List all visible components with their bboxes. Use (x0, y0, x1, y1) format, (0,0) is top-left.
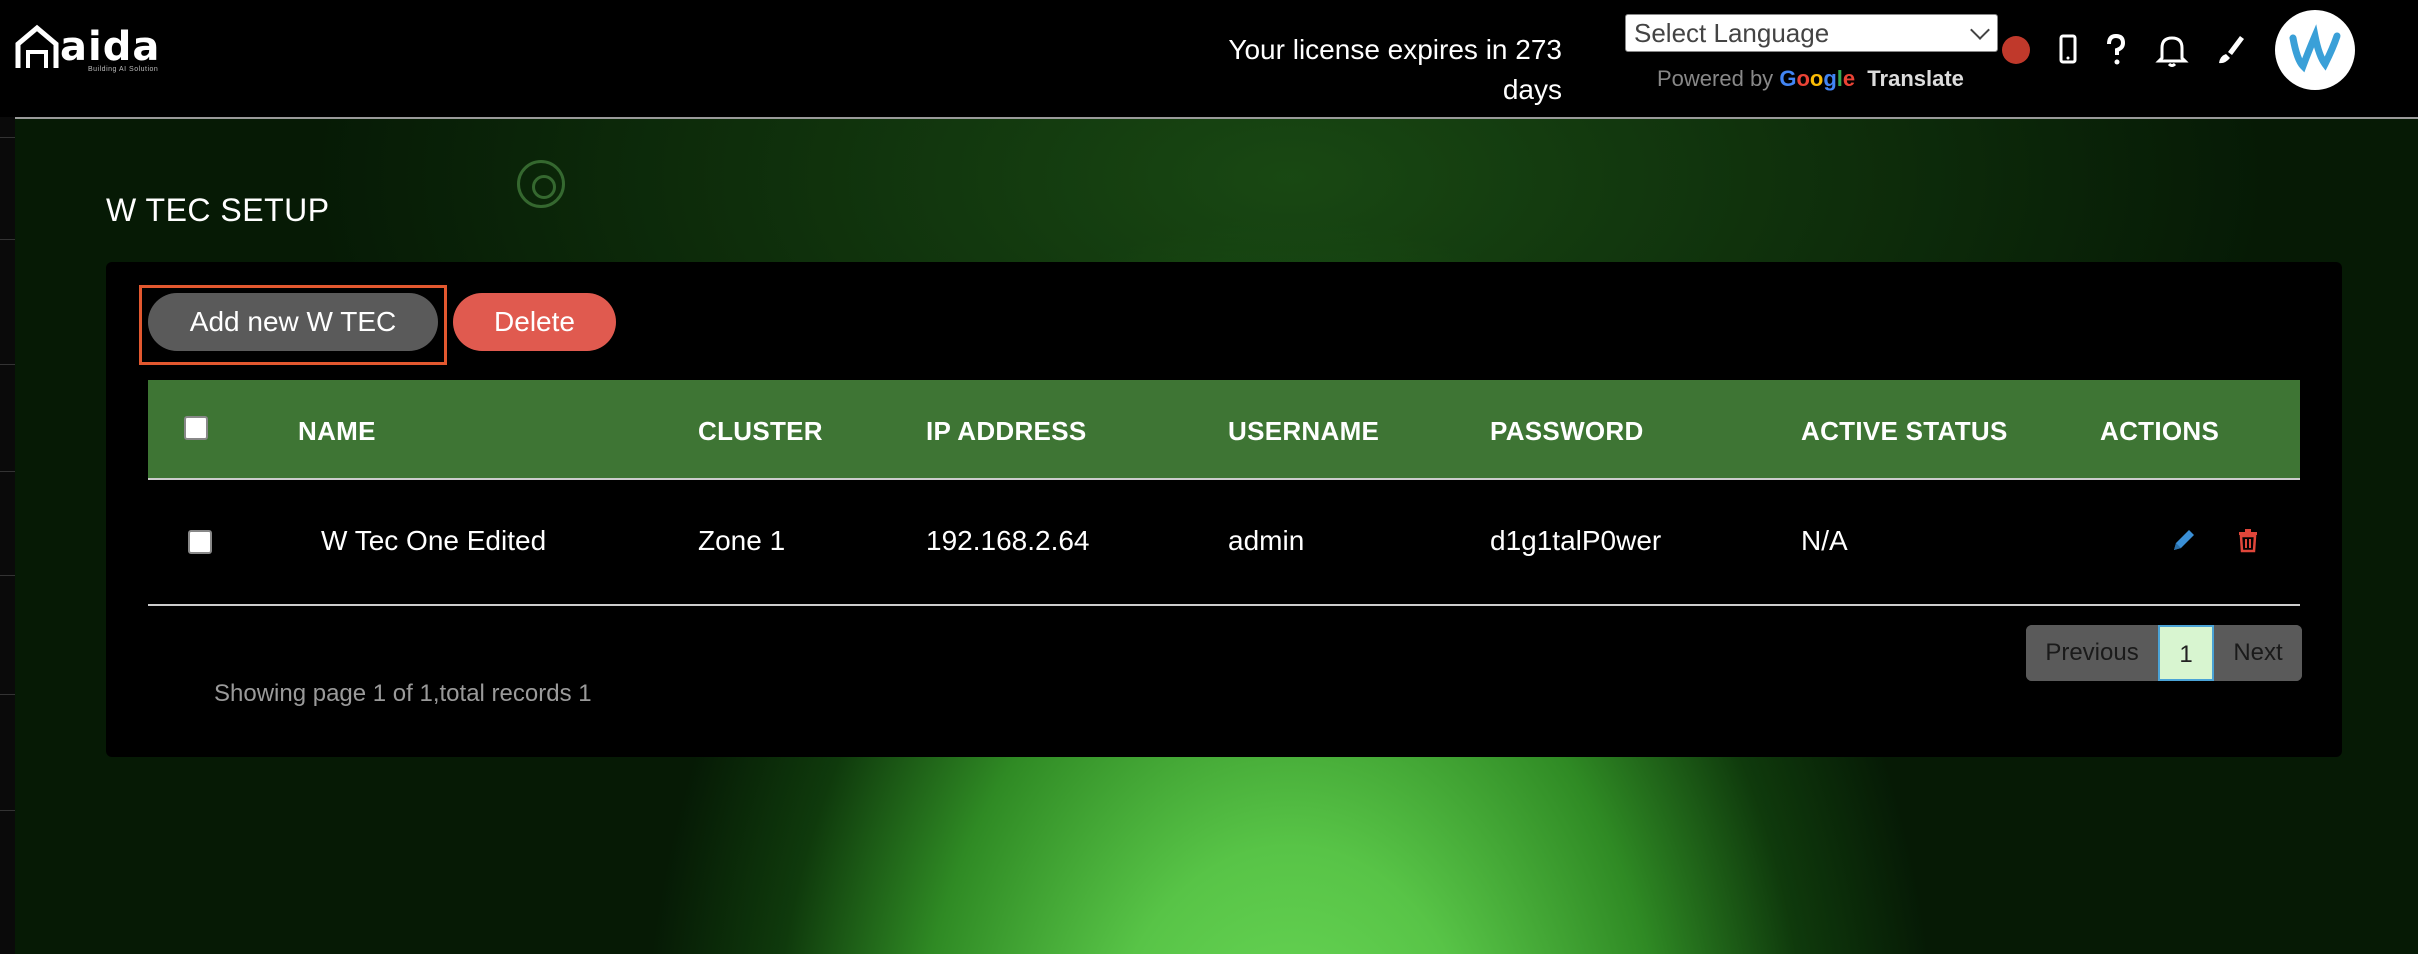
select-all-checkbox[interactable] (184, 416, 208, 440)
page-title: W TEC SETUP (106, 192, 330, 228)
paint-brush-icon[interactable] (2210, 30, 2250, 70)
cell-active-status: N/A (1801, 525, 1848, 556)
column-header-password[interactable]: PASSWORD (1490, 416, 1644, 447)
header-divider (15, 117, 2418, 119)
license-line-1: Your license expires in 273 (1228, 34, 1562, 65)
logo-text: aida (60, 24, 161, 70)
column-header-active-status[interactable]: ACTIVE STATUS (1801, 416, 2008, 447)
cell-cluster: Zone 1 (698, 525, 786, 556)
column-header-cluster[interactable]: CLUSTER (698, 416, 823, 447)
translate-link[interactable]: Translate (1867, 66, 1964, 91)
powered-by-text: Powered by (1657, 66, 1774, 91)
house-logo-icon (15, 24, 59, 68)
cell-name: W Tec One Edited (321, 525, 547, 556)
cell-ip-address: 192.168.2.64 (926, 525, 1090, 556)
left-rail (0, 117, 15, 954)
edit-icon[interactable] (2170, 526, 2198, 554)
bell-icon[interactable] (2152, 30, 2192, 70)
license-line-2: days (1502, 74, 1562, 105)
page-number-button[interactable]: 1 (2158, 625, 2214, 681)
pagination: Previous 1 Next (2026, 625, 2302, 681)
next-page-button[interactable]: Next (2214, 625, 2302, 681)
column-header-ip-address[interactable]: IP ADDRESS (926, 416, 1087, 447)
cell-username: admin (1228, 525, 1305, 556)
help-icon[interactable] (2096, 30, 2136, 70)
delete-button[interactable]: Delete (453, 293, 616, 351)
row-checkbox[interactable] (188, 530, 212, 554)
language-select[interactable]: Select Language (1625, 14, 1998, 52)
status-indicator-dot (2002, 36, 2030, 64)
avatar[interactable] (2275, 10, 2355, 90)
google-logo[interactable]: Google (1779, 66, 1861, 91)
top-header: aida Building AI Solution Your license e… (0, 0, 2418, 117)
aida-logo[interactable]: aida Building AI Solution (14, 24, 164, 76)
table-header: NAME CLUSTER IP ADDRESS USERNAME PASSWOR… (148, 380, 2300, 480)
chevron-down-icon (1970, 20, 1990, 40)
mobile-icon[interactable] (2048, 30, 2088, 70)
column-header-actions: ACTIONS (2100, 416, 2220, 446)
license-notice: Your license expires in 273 days (1180, 30, 1562, 110)
column-header-name[interactable]: NAME (298, 416, 376, 447)
table-row: W Tec One Edited Zone 1 192.168.2.64 adm… (148, 482, 2300, 606)
trash-icon[interactable] (2234, 526, 2262, 554)
w-logo-icon (2289, 24, 2341, 73)
add-new-wtec-button[interactable]: Add new W TEC (148, 293, 438, 351)
cell-password: d1g1talP0wer (1490, 525, 1662, 556)
decorative-ring (517, 160, 565, 208)
records-summary: Showing page 1 of 1,total records 1 (214, 680, 592, 707)
language-select-value: Select Language (1634, 18, 1830, 48)
previous-page-button[interactable]: Previous (2026, 625, 2158, 681)
column-header-username[interactable]: USERNAME (1228, 416, 1379, 447)
google-translate-attribution: Powered by Google Translate (1657, 66, 1964, 92)
logo-tagline: Building AI Solution (88, 66, 159, 73)
